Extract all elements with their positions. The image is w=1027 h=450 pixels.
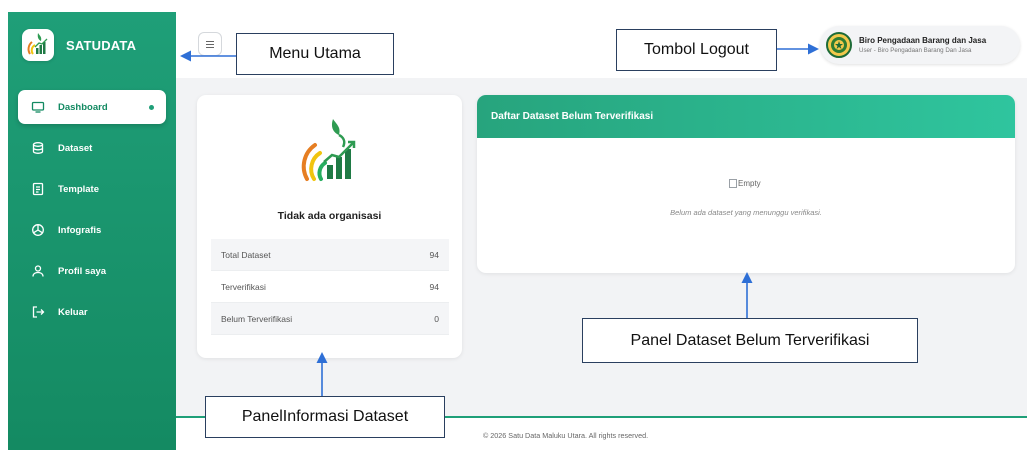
menu-toggle-button[interactable] xyxy=(198,32,222,56)
annotation-panel-informasi: PanelInformasi Dataset xyxy=(205,396,445,438)
pie-chart-icon xyxy=(30,222,46,238)
brand-logo-icon xyxy=(22,29,54,61)
stat-value: 94 xyxy=(429,281,439,292)
logout-icon xyxy=(30,304,46,320)
empty-state-message: Belum ada dataset yang menunggu verifika… xyxy=(670,208,822,217)
sidebar-nav: Dashboard Dataset Template Infografis Pr… xyxy=(18,90,166,336)
user-role: User - Biro Pengadaan Barang Dan Jasa xyxy=(859,47,972,54)
hamburger-icon xyxy=(205,37,215,52)
stat-label: Terverifikasi xyxy=(221,281,266,292)
copyright-text: © 2026 Satu Data Maluku Utara. All right… xyxy=(483,431,649,440)
satudata-logo-icon xyxy=(299,115,363,187)
sidebar: SATUDATA Dashboard Dataset Template Info… xyxy=(8,12,176,450)
brand[interactable]: SATUDATA xyxy=(8,12,176,78)
panel-header: Daftar Dataset Belum Terverifikasi xyxy=(477,95,1015,138)
organization-title: Tidak ada organisasi xyxy=(277,210,382,222)
stat-value: 0 xyxy=(434,313,439,324)
annotation-menu-utama: Menu Utama xyxy=(236,33,394,75)
sidebar-item-infografis[interactable]: Infografis xyxy=(18,213,166,247)
stat-row-verified: Terverifikasi 94 xyxy=(211,271,449,303)
sidebar-item-label: Infografis xyxy=(58,224,102,236)
stat-value: 94 xyxy=(429,249,439,260)
sidebar-item-label: Template xyxy=(58,183,100,195)
sidebar-item-profil[interactable]: Profil saya xyxy=(18,254,166,288)
annotation-label: Menu Utama xyxy=(269,45,361,62)
app-window: SATUDATA Dashboard Dataset Template Info… xyxy=(8,12,1027,450)
stat-label: Belum Terverifikasi xyxy=(221,313,293,324)
sidebar-item-label: Profil saya xyxy=(58,265,107,277)
annotation-tombol-logout: Tombol Logout xyxy=(616,29,777,71)
document-icon xyxy=(30,181,46,197)
active-indicator-dot xyxy=(149,105,154,110)
empty-image-alt: Empty xyxy=(738,179,761,188)
sidebar-item-label: Keluar xyxy=(58,306,88,318)
unverified-dataset-panel: Daftar Dataset Belum Terverifikasi Empty… xyxy=(477,95,1015,273)
annotation-panel-dataset: Panel Dataset Belum Terverifikasi xyxy=(582,318,918,363)
empty-state-image: Empty xyxy=(729,179,761,188)
agency-emblem-icon xyxy=(826,32,852,58)
user-name: Biro Pengadaan Barang dan Jasa xyxy=(859,36,987,45)
dataset-stats-table: Total Dataset 94 Terverifikasi 94 Belum … xyxy=(211,239,449,335)
annotation-label: PanelInformasi Dataset xyxy=(241,408,409,425)
sidebar-item-label: Dashboard xyxy=(58,101,108,113)
database-icon xyxy=(30,140,46,156)
brand-name: SATUDATA xyxy=(66,37,137,53)
panel-title: Daftar Dataset Belum Terverifikasi xyxy=(491,111,654,122)
sidebar-item-dataset[interactable]: Dataset xyxy=(18,131,166,165)
stat-row-unverified: Belum Terverifikasi 0 xyxy=(211,303,449,335)
sidebar-item-label: Dataset xyxy=(58,142,93,154)
sidebar-item-dashboard[interactable]: Dashboard xyxy=(18,90,166,124)
sidebar-item-template[interactable]: Template xyxy=(18,172,166,206)
dataset-info-panel: Tidak ada organisasi Total Dataset 94 Te… xyxy=(197,95,462,358)
stat-label: Total Dataset xyxy=(221,249,271,260)
broken-image-icon xyxy=(729,179,737,188)
monitor-icon xyxy=(30,99,46,115)
annotation-label: Panel Dataset Belum Terverifikasi xyxy=(630,331,870,349)
user-icon xyxy=(30,263,46,279)
annotation-label: Tombol Logout xyxy=(644,41,749,58)
user-menu-button[interactable]: Biro Pengadaan Barang dan Jasa User - Bi… xyxy=(820,26,1020,64)
sidebar-item-keluar[interactable]: Keluar xyxy=(18,295,166,329)
stat-row-total: Total Dataset 94 xyxy=(211,239,449,271)
